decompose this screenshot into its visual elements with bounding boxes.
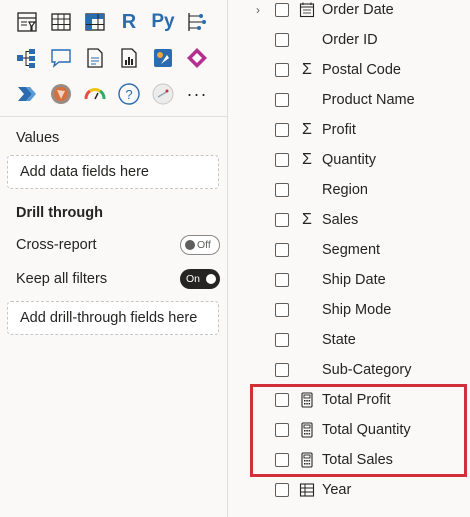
divider: [0, 116, 228, 117]
field-name: Product Name: [322, 92, 415, 108]
field-row[interactable]: › Order Date: [228, 0, 470, 25]
field-row[interactable]: Year: [228, 475, 470, 505]
field-row[interactable]: Segment: [228, 235, 470, 265]
sigma-icon: Σ: [302, 61, 312, 78]
keep-filters-toggle[interactable]: On: [180, 269, 220, 289]
keep-filters-label: Keep all filters: [16, 271, 108, 287]
keep-filters-row: Keep all filters On: [16, 268, 220, 290]
sigma-icon: Σ: [302, 121, 312, 138]
field-checkbox[interactable]: [275, 483, 289, 497]
measures-highlight: [250, 384, 467, 477]
sigma-icon: Σ: [302, 151, 312, 168]
calendar-icon: [298, 1, 316, 19]
svg-text:?: ?: [125, 87, 132, 102]
field-name: Ship Date: [322, 272, 386, 288]
python-visual-icon[interactable]: Py: [146, 7, 180, 37]
toggle-knob: [185, 240, 195, 250]
field-name: State: [322, 332, 356, 348]
field-row[interactable]: Σ Quantity: [228, 145, 470, 175]
field-row[interactable]: Σ Profit: [228, 115, 470, 145]
field-name: Sales: [322, 212, 359, 228]
power-automate-icon[interactable]: [146, 43, 180, 73]
values-label: Values: [16, 130, 60, 146]
cross-report-label: Cross-report: [16, 237, 97, 253]
cross-report-row: Cross-report Off: [16, 234, 220, 256]
paginated-report-icon[interactable]: [112, 43, 146, 73]
field-checkbox[interactable]: [275, 3, 289, 17]
qa-icon[interactable]: [44, 43, 78, 73]
power-automate-flow-icon[interactable]: [10, 79, 44, 109]
field-checkbox[interactable]: [275, 243, 289, 257]
power-apps-icon[interactable]: [180, 43, 214, 73]
field-row[interactable]: Product Name: [228, 85, 470, 115]
field-checkbox[interactable]: [275, 333, 289, 347]
visualizations-pane: R Py ? ··· Values Add data fields here D…: [0, 0, 228, 517]
toggle-state: On: [186, 273, 201, 285]
decomposition-tree-icon[interactable]: [10, 43, 44, 73]
field-name: Sub-Category: [322, 362, 412, 378]
gauge-icon[interactable]: [78, 79, 112, 109]
toggle-state: Off: [197, 239, 211, 251]
field-row[interactable]: Ship Date: [228, 265, 470, 295]
table-icon[interactable]: [44, 7, 78, 37]
field-name: Quantity: [322, 152, 376, 168]
field-name: Order ID: [322, 32, 378, 48]
key-influencers-icon[interactable]: [180, 7, 214, 37]
field-checkbox[interactable]: [275, 93, 289, 107]
field-name: Postal Code: [322, 62, 401, 78]
chevron-right-icon[interactable]: ›: [256, 3, 266, 17]
smart-narrative-icon[interactable]: [78, 43, 112, 73]
more-visuals-icon[interactable]: ···: [180, 79, 214, 109]
slicer-icon[interactable]: [10, 7, 44, 37]
table-icon: [298, 481, 316, 499]
field-checkbox[interactable]: [275, 153, 289, 167]
drill-through-heading: Drill through: [16, 205, 103, 221]
drill-through-drop-well[interactable]: Add drill-through fields here: [7, 301, 219, 335]
field-name: Order Date: [322, 2, 394, 18]
field-name: Profit: [322, 122, 356, 138]
cross-report-toggle[interactable]: Off: [180, 235, 220, 255]
field-checkbox[interactable]: [275, 123, 289, 137]
visual-gallery: R Py ? ···: [10, 4, 215, 112]
custom-visual-icon[interactable]: [146, 79, 180, 109]
field-checkbox[interactable]: [275, 33, 289, 47]
field-row[interactable]: Order ID: [228, 25, 470, 55]
field-checkbox[interactable]: [275, 273, 289, 287]
field-name: Region: [322, 182, 368, 198]
field-row[interactable]: Σ Sales: [228, 205, 470, 235]
field-checkbox[interactable]: [275, 213, 289, 227]
field-row[interactable]: Sub-Category: [228, 355, 470, 385]
field-row[interactable]: State: [228, 325, 470, 355]
field-checkbox[interactable]: [275, 303, 289, 317]
field-name: Year: [322, 482, 352, 498]
matrix-icon[interactable]: [78, 7, 112, 37]
field-row[interactable]: Region: [228, 175, 470, 205]
field-checkbox[interactable]: [275, 63, 289, 77]
values-drop-well[interactable]: Add data fields here: [7, 155, 219, 189]
field-name: Segment: [322, 242, 381, 258]
toggle-knob: [206, 274, 216, 284]
r-script-icon[interactable]: R: [112, 7, 146, 37]
arcgis-icon[interactable]: [44, 79, 78, 109]
field-name: Ship Mode: [322, 302, 392, 318]
qna-help-icon[interactable]: ?: [112, 79, 146, 109]
field-checkbox[interactable]: [275, 183, 289, 197]
field-checkbox[interactable]: [275, 363, 289, 377]
field-row[interactable]: Σ Postal Code: [228, 55, 470, 85]
sigma-icon: Σ: [302, 211, 312, 228]
field-row[interactable]: Ship Mode: [228, 295, 470, 325]
